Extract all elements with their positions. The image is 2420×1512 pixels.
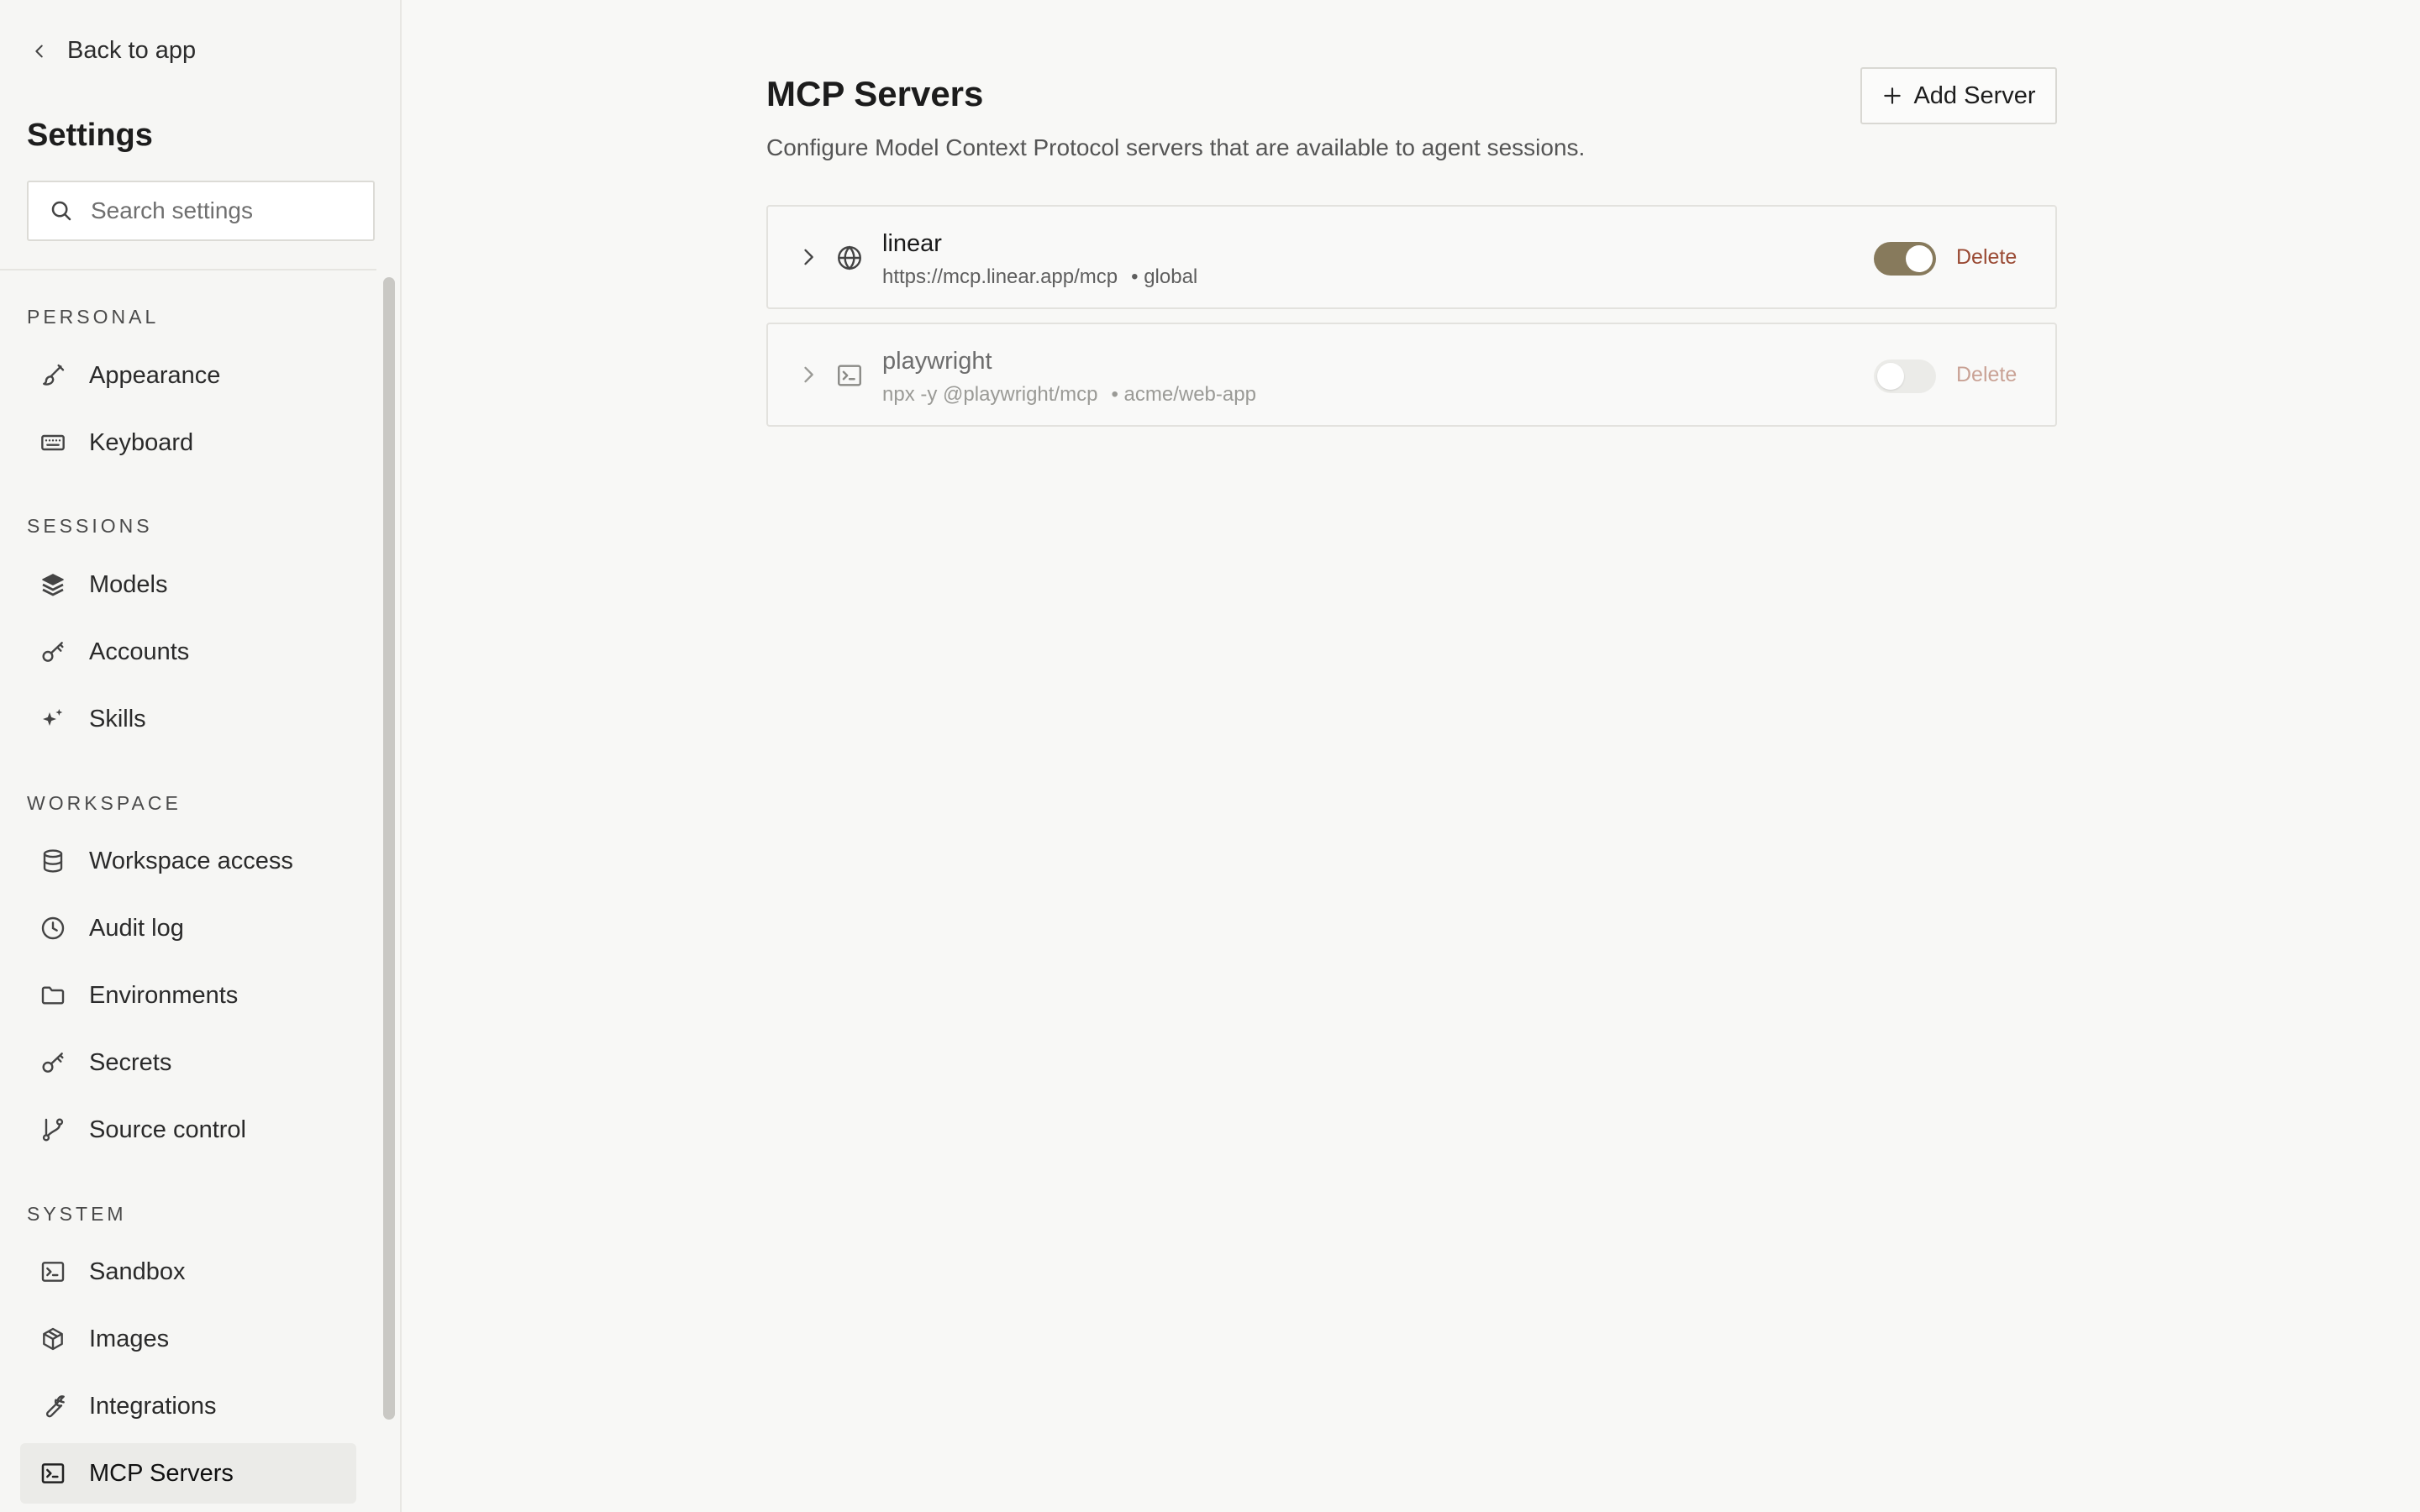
server-name: linear: [882, 230, 942, 257]
plus-icon: [1884, 87, 1902, 104]
server-enabled-toggle[interactable]: [1874, 242, 1936, 276]
delete-server-button[interactable]: Delete: [1956, 245, 2017, 270]
add-server-button[interactable]: Add Server: [1860, 67, 2057, 124]
search-settings-field[interactable]: [27, 181, 375, 241]
sidebar-item-audit-log[interactable]: Audit log: [20, 898, 356, 958]
sidebar-item-label: Keyboard: [89, 428, 194, 456]
sidebar-item-label: Secrets: [89, 1048, 172, 1076]
sidebar-item-label: Images: [89, 1325, 170, 1352]
server-card-linear: linear https://mcp.linear.app/mcp • glob…: [766, 205, 2057, 309]
sidebar-item-images[interactable]: Images: [20, 1309, 356, 1369]
sparkles-icon: [39, 705, 67, 733]
terminal-icon: [39, 1459, 67, 1488]
section-label-system: SYSTEM: [27, 1203, 127, 1225]
server-scope: • acme/web-app: [1111, 383, 1256, 406]
sidebar-item-secrets[interactable]: Secrets: [20, 1032, 356, 1093]
sidebar-item-source-control[interactable]: Source control: [20, 1100, 356, 1160]
server-target: npx -y @playwright/mcp: [882, 383, 1098, 406]
terminal-icon: [838, 365, 861, 386]
section-label-personal: PERSONAL: [27, 306, 160, 328]
server-target: https://mcp.linear.app/mcp: [882, 265, 1118, 288]
section-label-sessions: SESSIONS: [27, 515, 153, 537]
add-server-label: Add Server: [1913, 81, 2036, 109]
sidebar-item-label: Integrations: [89, 1392, 217, 1420]
chevron-right-icon[interactable]: [797, 363, 820, 386]
box-icon: [39, 1325, 67, 1353]
server-enabled-toggle[interactable]: [1874, 360, 1936, 393]
sidebar-item-skills[interactable]: Skills: [20, 689, 356, 749]
toggle-knob: [1906, 245, 1933, 272]
sidebar-divider: [0, 269, 376, 270]
sidebar-item-appearance[interactable]: Appearance: [20, 345, 356, 406]
sidebar-item-workspace-access[interactable]: Workspace access: [20, 831, 356, 891]
chevron-right-icon[interactable]: [797, 245, 820, 269]
toggle-knob: [1877, 363, 1904, 390]
key-icon: [39, 638, 67, 666]
wrench-icon: [39, 1392, 67, 1420]
server-meta: npx -y @playwright/mcp • acme/web-app: [882, 383, 1256, 407]
sidebar-item-sandbox[interactable]: Sandbox: [20, 1242, 356, 1302]
sidebar-item-label: Skills: [89, 705, 146, 732]
clock-icon: [39, 914, 67, 942]
page-title: MCP Servers: [766, 74, 984, 113]
sidebar-item-label: Environments: [89, 981, 239, 1009]
terminal-icon: [39, 1257, 67, 1286]
sidebar-item-label: Source control: [89, 1116, 246, 1143]
search-icon: [51, 201, 71, 221]
page-description: Configure Model Context Protocol servers…: [766, 134, 1586, 160]
sidebar-item-label: MCP Servers: [89, 1459, 234, 1487]
git-branch-icon: [39, 1116, 67, 1144]
settings-title: Settings: [27, 118, 153, 153]
server-name: playwright: [882, 348, 992, 375]
brush-icon: [39, 361, 67, 390]
sidebar-item-label: Models: [89, 570, 168, 598]
server-card-playwright: playwright npx -y @playwright/mcp • acme…: [766, 323, 2057, 427]
sidebar-item-environments[interactable]: Environments: [20, 965, 356, 1026]
server-scope: • global: [1131, 265, 1198, 288]
server-meta: https://mcp.linear.app/mcp • global: [882, 265, 1197, 289]
settings-sidebar: Back to app Settings PERSONAL Appearance…: [0, 0, 402, 1512]
sidebar-item-models[interactable]: Models: [20, 554, 356, 615]
sidebar-item-keyboard[interactable]: Keyboard: [20, 412, 356, 473]
folder-icon: [39, 981, 67, 1010]
keyboard-icon: [39, 428, 67, 457]
key-icon: [39, 1048, 67, 1077]
sidebar-item-label: Workspace access: [89, 847, 293, 874]
sidebar-item-mcp-servers[interactable]: MCP Servers: [20, 1443, 356, 1504]
sidebar-item-label: Accounts: [89, 638, 190, 665]
back-to-app-label: Back to app: [67, 37, 197, 64]
sidebar-item-label: Audit log: [89, 914, 184, 942]
globe-icon: [838, 245, 861, 270]
section-label-workspace: WORKSPACE: [27, 792, 182, 814]
sidebar-scrollbar-thumb[interactable]: [383, 277, 395, 1420]
back-to-app-link[interactable]: Back to app: [30, 37, 196, 65]
delete-server-button[interactable]: Delete: [1956, 363, 2017, 387]
sidebar-item-label: Appearance: [89, 361, 221, 389]
database-icon: [39, 847, 67, 875]
sidebar-item-accounts[interactable]: Accounts: [20, 622, 356, 682]
sidebar-item-label: Sandbox: [89, 1257, 186, 1285]
layers-icon: [39, 570, 67, 599]
sidebar-item-integrations[interactable]: Integrations: [20, 1376, 356, 1436]
chevron-left-icon: [35, 45, 43, 57]
search-settings-input[interactable]: [91, 197, 368, 224]
